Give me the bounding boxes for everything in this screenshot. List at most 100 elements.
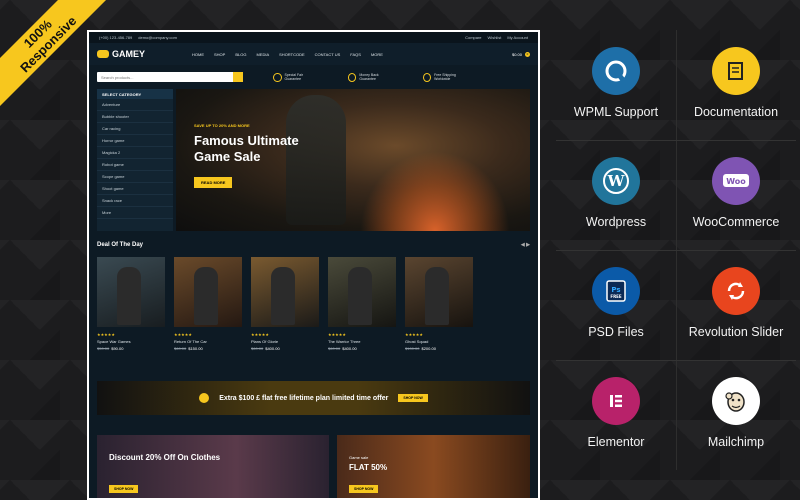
responsive-ribbon: 100% Responsive xyxy=(0,0,110,110)
feature-label: WPML Support xyxy=(573,105,659,119)
wordpress-icon: W xyxy=(592,157,640,205)
feature-revolution-slider: Revolution Slider xyxy=(676,250,796,360)
product-image xyxy=(97,257,165,327)
nav-home[interactable]: HOME xyxy=(192,52,204,57)
rating-stars: ★★★★★ xyxy=(405,332,423,337)
compare-link[interactable]: Compare xyxy=(465,35,481,40)
svg-text:Woo: Woo xyxy=(726,177,746,186)
feature-guarantee: Special Fair Guarantee xyxy=(273,72,318,82)
nav-faqs[interactable]: FAQS xyxy=(350,52,361,57)
hero-subtitle: SAVE UP TO 20% AND MORE xyxy=(194,123,250,128)
carousel-arrows[interactable]: ◀ ▶ xyxy=(521,242,530,248)
offer-shop-now-button[interactable]: SHOP NOW xyxy=(398,394,428,402)
rating-stars: ★★★★★ xyxy=(174,332,192,337)
product-card[interactable]: ★★★★★ Space War Games $50.00 $90.00 xyxy=(97,257,165,351)
game-sale-shop-now-button[interactable]: SHOP NOW xyxy=(349,485,379,493)
account-link[interactable]: My Account xyxy=(507,35,528,40)
product-price: $60.00 $400.00 xyxy=(251,346,280,351)
clothes-banner[interactable]: Discount 20% Off On Clothes SHOP NOW xyxy=(97,435,329,498)
offer-banner: Extra $100 £ flat free lifetime plan lim… xyxy=(97,381,530,415)
feature-label: Mailchimp xyxy=(707,435,765,449)
clothes-shop-now-button[interactable]: SHOP NOW xyxy=(109,485,139,493)
category-item[interactable]: Magicka 2 xyxy=(97,147,173,159)
product-price: $60.00 $400.00 xyxy=(328,346,357,351)
offer-text: Extra $100 £ flat free lifetime plan lim… xyxy=(219,394,389,402)
mailchimp-icon xyxy=(712,377,760,425)
category-item[interactable]: Shoot game xyxy=(97,183,173,195)
svg-text:FREE: FREE xyxy=(610,294,622,299)
site-logo[interactable]: GAMEY xyxy=(97,49,192,59)
category-item[interactable]: More xyxy=(97,207,173,219)
nav-contact[interactable]: CONTACT US xyxy=(315,52,341,57)
nav-blog[interactable]: BLOG xyxy=(235,52,246,57)
wishlist-link[interactable]: Wishlist xyxy=(488,35,502,40)
nav-shortcode[interactable]: SHORTCODE xyxy=(279,52,304,57)
nav-links: HOME SHOP BLOG MEDIA SHORTCODE CONTACT U… xyxy=(192,52,512,57)
product-name: Space War Games xyxy=(97,339,131,344)
shield-icon xyxy=(273,72,282,82)
category-item[interactable]: Bubble shooter xyxy=(97,111,173,123)
search-input[interactable]: Search products... xyxy=(97,72,243,82)
feature-psd: Ps FREE PSD Files xyxy=(556,250,676,360)
wpml-icon xyxy=(592,47,640,95)
product-price: $100.00 $200.00 xyxy=(405,346,436,351)
feature-label: Special Fair Guarantee xyxy=(284,73,303,81)
product-carousel: ★★★★★ Space War Games $50.00 $90.00 ★★★★★ Re… xyxy=(89,251,538,351)
hero-read-more-button[interactable]: READ MORE xyxy=(194,177,233,188)
feature-label: Documentation xyxy=(693,105,779,119)
product-name: Return Of The Car xyxy=(174,339,207,344)
product-image xyxy=(328,257,396,327)
elementor-icon xyxy=(592,377,640,425)
product-card[interactable]: ★★★★★ Ghost Squad $100.00 $200.00 xyxy=(405,257,473,351)
logo-text: GAMEY xyxy=(112,49,146,59)
truck-icon xyxy=(423,72,432,82)
money-icon xyxy=(348,72,357,82)
game-sale-banner[interactable]: Game sale FLAT 50% SHOP NOW xyxy=(337,435,530,498)
feature-wordpress: W Wordpress xyxy=(556,140,676,250)
feature-label: Free Shipping Worldwide xyxy=(434,73,456,81)
search-icon[interactable] xyxy=(233,72,243,82)
documentation-icon xyxy=(712,47,760,95)
feature-label: Revolution Slider xyxy=(688,325,784,339)
feature-label: Wordpress xyxy=(585,215,647,229)
category-item[interactable]: Robot game xyxy=(97,159,173,171)
category-menu: SELECT CATEGORY Adventure Bubble shooter… xyxy=(97,89,173,231)
psd-icon: Ps FREE xyxy=(592,267,640,315)
product-price: $50.00 $90.00 xyxy=(97,346,124,351)
product-card[interactable]: ★★★★★ Return Of The Car $60.00 $150.00 xyxy=(174,257,242,351)
nav-shop[interactable]: SHOP xyxy=(214,52,225,57)
cart-count: 0 xyxy=(525,51,530,57)
feature-documentation: Documentation xyxy=(676,30,796,140)
woocommerce-icon: Woo xyxy=(712,157,760,205)
category-item[interactable]: Car racing xyxy=(97,123,173,135)
hero-title: Famous Ultimate Game Sale xyxy=(194,133,299,164)
feature-woocommerce: Woo WooCommerce xyxy=(676,140,796,250)
cart-button[interactable]: $0.00 0 xyxy=(512,51,530,57)
theme-preview-frame: (+00) 123-456-789 demo@company.com Compa… xyxy=(87,30,540,500)
product-name: The Warrior Three xyxy=(328,339,361,344)
game-sale-title: Game sale FLAT 50% xyxy=(349,455,388,472)
revolution-slider-icon xyxy=(712,267,760,315)
nav-more[interactable]: MORE xyxy=(371,52,383,57)
topbar: (+00) 123-456-789 demo@company.com Compa… xyxy=(89,32,538,43)
deal-header: Deal Of The Day ◀ ▶ xyxy=(89,231,538,251)
category-item[interactable]: Horror game xyxy=(97,135,173,147)
category-item[interactable]: Snack race xyxy=(97,195,173,207)
clothes-banner-title: Discount 20% Off On Clothes xyxy=(109,453,221,462)
feature-label: Money Back Guarantee xyxy=(359,73,379,81)
rating-stars: ★★★★★ xyxy=(97,332,115,337)
features-grid: WPML Support Documentation W Wordpress W… xyxy=(556,30,796,490)
product-price: $60.00 $150.00 xyxy=(174,346,203,351)
product-card[interactable]: ★★★★★ Plans Of Glorie $60.00 $400.00 xyxy=(251,257,319,351)
category-item[interactable]: Scope game xyxy=(97,171,173,183)
product-image xyxy=(251,257,319,327)
svg-text:W: W xyxy=(607,172,626,190)
nav-media[interactable]: MEDIA xyxy=(256,52,269,57)
product-name: Ghost Squad xyxy=(405,339,429,344)
product-image xyxy=(405,257,473,327)
product-card[interactable]: ★★★★★ The Warrior Three $60.00 $400.00 xyxy=(328,257,396,351)
feature-mailchimp: Mailchimp xyxy=(676,360,796,470)
feature-shipping: Free Shipping Worldwide xyxy=(423,72,468,82)
product-image xyxy=(174,257,242,327)
feature-money-back: Money Back Guarantee xyxy=(348,72,393,82)
